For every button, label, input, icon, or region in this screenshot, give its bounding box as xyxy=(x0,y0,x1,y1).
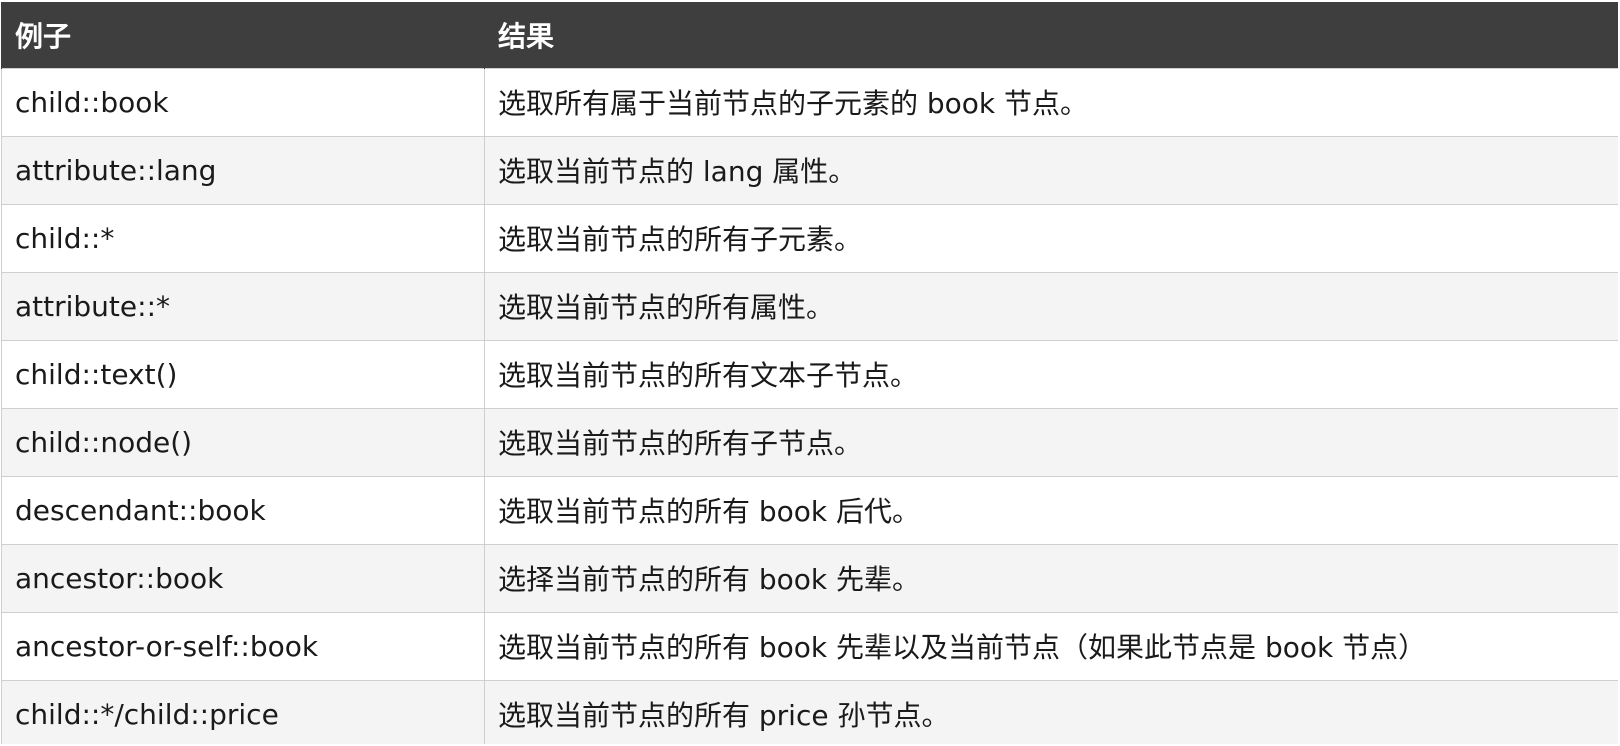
example-cell: descendant::book xyxy=(1,475,485,545)
table-body: child::book 选取所有属于当前节点的子元素的 book 节点。 att… xyxy=(1,67,1618,744)
result-cell: 选取当前节点的所有子节点。 xyxy=(484,407,1618,477)
example-cell: ancestor::book xyxy=(1,543,485,613)
example-cell: ancestor-or-self::book xyxy=(1,611,485,681)
table-row: descendant::book 选取当前节点的所有 book 后代。 xyxy=(1,475,1618,545)
example-cell: child::node() xyxy=(1,407,485,477)
example-cell: child::* xyxy=(1,203,485,273)
header-example: 例子 xyxy=(1,2,485,68)
result-cell: 选取当前节点的 lang 属性。 xyxy=(484,135,1618,205)
table-row: child::* 选取当前节点的所有子元素。 xyxy=(1,203,1618,273)
table-row: attribute::lang 选取当前节点的 lang 属性。 xyxy=(1,135,1618,205)
result-cell: 选取当前节点的所有 book 先辈以及当前节点（如果此节点是 book 节点） xyxy=(484,611,1618,681)
header-row: 例子 结果 xyxy=(1,2,1618,68)
example-cell: attribute::* xyxy=(1,271,485,341)
table-row: child::text() 选取当前节点的所有文本子节点。 xyxy=(1,339,1618,409)
table-row: child::book 选取所有属于当前节点的子元素的 book 节点。 xyxy=(1,67,1618,137)
example-cell: child::*/child::price xyxy=(1,679,485,744)
table-row: attribute::* 选取当前节点的所有属性。 xyxy=(1,271,1618,341)
xpath-axis-examples-table: 例子 结果 child::book 选取所有属于当前节点的子元素的 book 节… xyxy=(1,2,1618,744)
table-row: child::*/child::price 选取当前节点的所有 price 孙节… xyxy=(1,679,1618,744)
table-row: child::node() 选取当前节点的所有子节点。 xyxy=(1,407,1618,477)
example-cell: child::text() xyxy=(1,339,485,409)
result-cell: 选取所有属于当前节点的子元素的 book 节点。 xyxy=(484,67,1618,137)
xpath-axis-table-container: 例子 结果 child::book 选取所有属于当前节点的子元素的 book 节… xyxy=(1,2,1618,744)
table-row: ancestor::book 选择当前节点的所有 book 先辈。 xyxy=(1,543,1618,613)
header-result: 结果 xyxy=(484,2,1618,68)
example-cell: attribute::lang xyxy=(1,135,485,205)
result-cell: 选取当前节点的所有 price 孙节点。 xyxy=(484,679,1618,744)
table-row: ancestor-or-self::book 选取当前节点的所有 book 先辈… xyxy=(1,611,1618,681)
result-cell: 选择当前节点的所有 book 先辈。 xyxy=(484,543,1618,613)
result-cell: 选取当前节点的所有子元素。 xyxy=(484,203,1618,273)
result-cell: 选取当前节点的所有属性。 xyxy=(484,271,1618,341)
result-cell: 选取当前节点的所有 book 后代。 xyxy=(484,475,1618,545)
result-cell: 选取当前节点的所有文本子节点。 xyxy=(484,339,1618,409)
example-cell: child::book xyxy=(1,67,485,137)
table-header: 例子 结果 xyxy=(1,2,1618,68)
